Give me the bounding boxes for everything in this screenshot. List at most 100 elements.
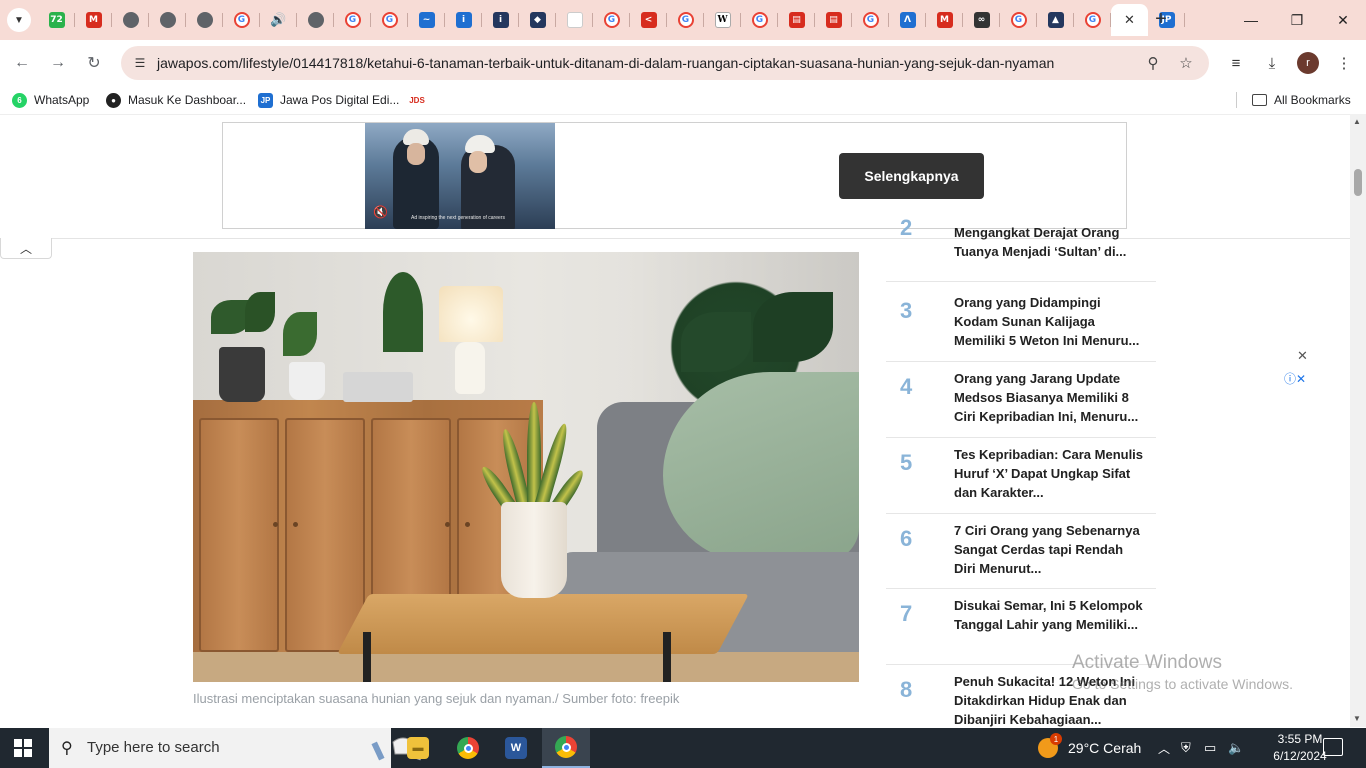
collapse-ad-button[interactable]: ︿	[0, 238, 52, 259]
scroll-up-icon[interactable]: ▲	[1353, 117, 1361, 126]
file-explorer-button[interactable]: ▬	[394, 728, 442, 768]
browser-tab[interactable]: G	[667, 4, 704, 36]
page-scrollbar[interactable]: ▲ ▼	[1350, 114, 1366, 727]
browser-tab[interactable]: ▤	[815, 4, 852, 36]
minimize-button[interactable]: —	[1228, 0, 1274, 40]
browser-tab[interactable]: 72	[38, 4, 75, 36]
start-button[interactable]	[14, 739, 32, 757]
word-taskbar-button[interactable]: W	[492, 728, 540, 768]
tab-search-button[interactable]: ▼	[7, 8, 31, 32]
browser-tab[interactable]: 🔊	[260, 4, 297, 36]
active-tab[interactable]: ✕	[1111, 4, 1148, 36]
scroll-thumb[interactable]	[1354, 169, 1362, 196]
forward-button[interactable]: →	[46, 51, 70, 75]
browser-tab[interactable]: G	[852, 4, 889, 36]
browser-tab[interactable]: ∞	[963, 4, 1000, 36]
security-tray-icon[interactable]: ⛨	[1181, 728, 1191, 768]
restore-button[interactable]: ❐	[1274, 0, 1320, 40]
trending-title-link[interactable]: Orang yang Didampingi Kodam Sunan Kalija…	[954, 293, 1146, 350]
browser-tab[interactable]: G	[1074, 4, 1111, 36]
browser-tab[interactable]: M	[926, 4, 963, 36]
volume-icon[interactable]: 🔈	[1228, 728, 1244, 768]
app-icon: ∞	[973, 12, 990, 28]
network-icon[interactable]: ▭	[1204, 728, 1216, 768]
ai-icon: i	[455, 12, 472, 28]
taskbar-search[interactable]: ⚲ Type here to search	[49, 728, 428, 768]
trending-article[interactable]: 2 Mengangkat Derajat Orang Tuanya Menjadi…	[886, 207, 1156, 282]
close-window-button[interactable]: ✕	[1320, 0, 1366, 40]
browser-tab[interactable]: G	[1000, 4, 1037, 36]
scroll-down-icon[interactable]: ▼	[1353, 714, 1361, 723]
trending-article[interactable]: 6 7 Ciri Orang yang Sebenarnya Sangat Cer…	[886, 514, 1156, 589]
browser-tab[interactable]: ◆	[519, 4, 556, 36]
browser-toolbar: ← → ↻ ☰ jawapos.com/lifestyle/014417818/…	[0, 40, 1366, 86]
browser-tab[interactable]: ~	[408, 4, 445, 36]
browser-tab[interactable]	[112, 4, 149, 36]
globe-icon	[307, 12, 324, 28]
browser-tab[interactable]: i	[482, 4, 519, 36]
trending-title-link[interactable]: Orang yang Jarang Update Medsos Biasanya…	[954, 369, 1146, 426]
browser-tab[interactable]: i	[445, 4, 482, 36]
weather-widget[interactable]: 1 29°C Cerah	[1038, 728, 1141, 768]
bookmark-jds[interactable]: JDS	[408, 91, 433, 109]
google-icon: G	[344, 12, 361, 28]
trending-article[interactable]: 3 Orang yang Didampingi Kodam Sunan Kalij…	[886, 286, 1156, 362]
browser-tab[interactable]: ▲	[1037, 4, 1074, 36]
address-bar[interactable]: ☰ jawapos.com/lifestyle/014417818/ketahu…	[121, 46, 1209, 80]
chrome-taskbar-button[interactable]	[444, 728, 492, 768]
url-text[interactable]: jawapos.com/lifestyle/014417818/ketahui-…	[157, 55, 1054, 71]
trending-title-link[interactable]: 7 Ciri Orang yang Sebenarnya Sangat Cerd…	[954, 521, 1146, 578]
reload-button[interactable]: ↻	[82, 51, 106, 75]
browser-tab[interactable]: G	[223, 4, 260, 36]
browser-tab[interactable]: G	[593, 4, 630, 36]
taskbar-search-text[interactable]: Type here to search	[87, 739, 220, 756]
browser-tab[interactable]	[297, 4, 334, 36]
media-control-icon[interactable]: ≡	[1225, 52, 1247, 74]
browser-tab[interactable]: G	[334, 4, 371, 36]
bookmark-dashboard[interactable]: ● Masuk Ke Dashboar...	[106, 91, 246, 109]
close-ad-icon[interactable]: ✕	[1297, 348, 1308, 364]
trending-title-link[interactable]: Disukai Semar, Ini 5 Kelompok Tanggal La…	[954, 596, 1146, 634]
back-button[interactable]: ←	[10, 51, 34, 75]
browser-tab[interactable]: W	[704, 4, 741, 36]
browser-tab[interactable]	[149, 4, 186, 36]
ad-video[interactable]: 🔇 Ad inspiring the next generation of ca…	[365, 123, 555, 229]
clock-time: 3:55 PM	[1277, 732, 1323, 746]
download-icon[interactable]: ⤓	[1261, 52, 1283, 74]
trending-title-link[interactable]: Tes Kepribadian: Cara Menulis Huruf ‘X’ …	[954, 445, 1146, 502]
bookmark-whatsapp[interactable]: 6 WhatsApp	[12, 91, 89, 109]
chrome-active-taskbar-button[interactable]	[542, 728, 590, 768]
adchoices-icon[interactable]: ⓘ✕	[1284, 370, 1306, 387]
close-tab-icon[interactable]: ✕	[1122, 12, 1138, 28]
forward-arrow-icon: →	[50, 54, 66, 71]
browser-tab[interactable]: G	[741, 4, 778, 36]
menu-kebab-icon[interactable]: ⋮	[1333, 52, 1355, 74]
trending-article[interactable]: 5 Tes Kepribadian: Cara Menulis Huruf ‘X’…	[886, 438, 1156, 514]
ceramic-planter	[501, 502, 567, 598]
browser-tab[interactable]: M	[75, 4, 112, 36]
browser-tab[interactable]: ▤	[778, 4, 815, 36]
browser-tab[interactable]: <	[630, 4, 667, 36]
trending-title-link[interactable]: Mengangkat Derajat Orang Tuanya Menjadi …	[954, 223, 1146, 261]
browser-tab[interactable]: G	[371, 4, 408, 36]
mute-icon[interactable]: 🔇	[373, 205, 388, 219]
zoom-icon[interactable]: ⚲	[1143, 53, 1163, 73]
tab-strip: ▼ 72 M G 🔊 G G ~ i i ◆ G < G W G ▤ ▤ G Λ M ∞ G ▲ G ✕ JP + — ❐ ✕	[0, 0, 1366, 40]
jawapos-icon: JP	[258, 92, 273, 108]
notification-center-icon[interactable]	[1323, 738, 1343, 756]
bookmark-jawapos-digital[interactable]: JP Jawa Pos Digital Edi...	[258, 91, 399, 109]
profile-avatar[interactable]: r	[1297, 52, 1319, 74]
gmail-icon: M	[85, 12, 102, 28]
browser-tab[interactable]	[186, 4, 223, 36]
bookmark-star-icon[interactable]: ☆	[1176, 53, 1196, 73]
site-info-icon[interactable]: ☰	[131, 54, 149, 72]
all-bookmarks-button[interactable]: All Bookmarks	[1252, 91, 1351, 109]
browser-tab[interactable]: Λ	[889, 4, 926, 36]
taskbar-clock[interactable]: 3:55 PM 6/12/2024	[1272, 731, 1328, 765]
google-icon: G	[1084, 12, 1101, 28]
ad-cta-button[interactable]: Selengkapnya	[839, 153, 984, 199]
trending-article[interactable]: 4 Orang yang Jarang Update Medsos Biasany…	[886, 362, 1156, 438]
new-tab-button[interactable]: +	[1150, 8, 1172, 30]
browser-tab[interactable]	[556, 4, 593, 36]
show-hidden-icons-button[interactable]: ︿	[1158, 728, 1170, 768]
